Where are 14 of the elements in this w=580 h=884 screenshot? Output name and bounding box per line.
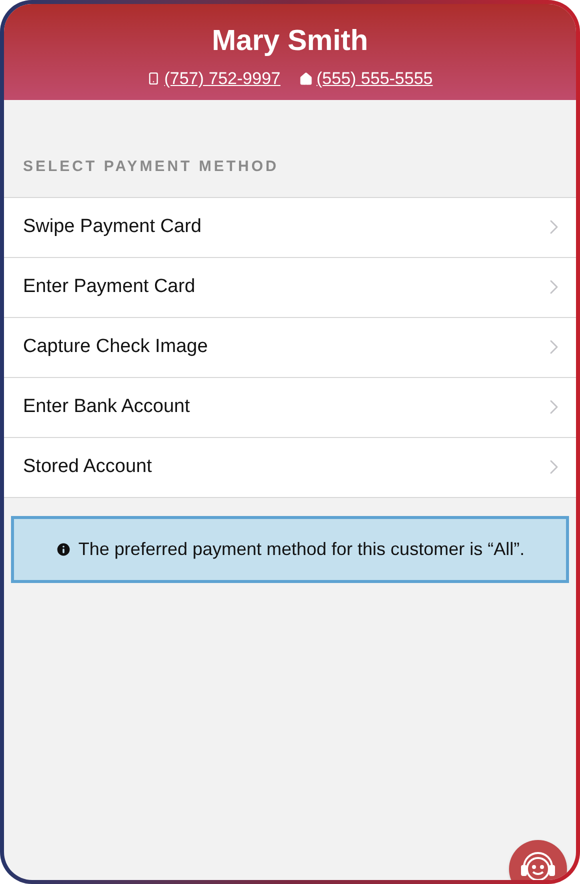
phone-link[interactable]: (555) 555-5555 [316, 66, 433, 92]
payment-method-item[interactable]: Stored Account [4, 438, 576, 498]
customer-name: Mary Smith [212, 24, 368, 58]
headset-face-icon [518, 849, 558, 880]
phone-icon [147, 72, 160, 86]
house-icon [298, 72, 312, 86]
section-title: SELECT PAYMENT METHOD [23, 157, 280, 177]
info-message: The preferred payment method for this customer is “All”. [78, 538, 525, 561]
phone-link[interactable]: (757) 752-9997 [164, 66, 280, 92]
payment-method-item[interactable]: Enter Bank Account [4, 378, 576, 438]
payment-method-item[interactable]: Swipe Payment Card [4, 198, 576, 258]
info-icon [55, 540, 72, 558]
payment-method-item[interactable]: Enter Payment Card [4, 258, 576, 318]
payment-method-item[interactable]: Capture Check Image [4, 318, 576, 378]
